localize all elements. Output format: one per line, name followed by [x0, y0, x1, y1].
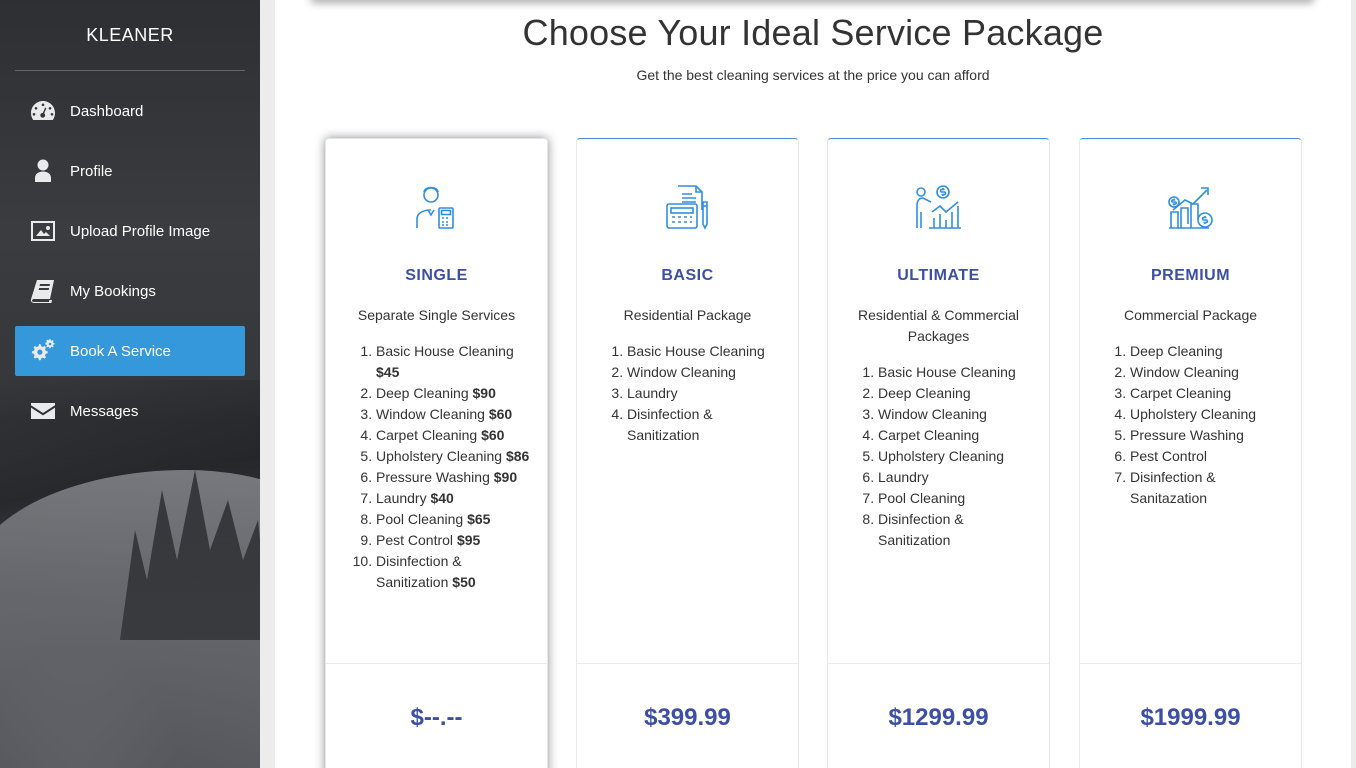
content-panel: Choose Your Ideal Service Package Get th… — [275, 0, 1351, 768]
list-item: Laundry — [627, 383, 782, 404]
sidebar-item-book-a-service[interactable]: Book A Service — [15, 326, 245, 376]
list-item: Basic House Cleaning — [878, 362, 1033, 383]
envelope-icon — [29, 398, 57, 424]
list-item: Disinfection & Sanitization $50 — [376, 551, 531, 593]
package-description: Residential Package — [623, 307, 752, 323]
list-item: Laundry — [878, 467, 1033, 488]
sidebar-item-upload-profile-image[interactable]: Upload Profile Image — [15, 206, 245, 256]
image-icon — [29, 218, 57, 244]
list-item: Basic House Cleaning $45 — [376, 341, 531, 383]
sidebar-item-label: Dashboard — [70, 102, 144, 120]
package-price: $399.99 — [644, 704, 731, 731]
package-footer: $399.99 — [577, 663, 798, 732]
package-title: SINGLE — [405, 267, 468, 284]
list-item: Carpet Cleaning $60 — [376, 425, 531, 446]
sidebar-item-profile[interactable]: Profile — [15, 146, 245, 196]
page-title: Choose Your Ideal Service Package — [522, 12, 1104, 53]
list-item: Pool Cleaning — [878, 488, 1033, 509]
worker-calculator-icon — [411, 182, 463, 234]
package-footer: $1299.99 — [828, 663, 1049, 732]
presenter-chart-icon — [913, 182, 965, 234]
list-item: Window Cleaning $60 — [376, 404, 531, 425]
package-title: PREMIUM — [1150, 267, 1231, 284]
list-item: Upholstery Cleaning — [878, 446, 1033, 467]
list-item: Pressure Washing — [1130, 425, 1285, 446]
package-description: Commercial Package — [1123, 307, 1258, 323]
list-item: Pest Control — [1130, 446, 1285, 467]
list-item: Pool Cleaning $65 — [376, 509, 531, 530]
list-item: Deep Cleaning — [1130, 341, 1285, 362]
package-description: Residential & Commercial Packages — [857, 307, 1020, 344]
brand-logo[interactable]: KLEANER — [0, 0, 260, 70]
list-item: Basic House Cleaning — [627, 341, 782, 362]
page-subtitle: Get the best cleaning services at the pr… — [636, 67, 990, 83]
list-item: Upholstery Cleaning $86 — [376, 446, 531, 467]
list-item: Carpet Cleaning — [878, 425, 1033, 446]
list-item: Window Cleaning — [1130, 362, 1285, 383]
list-item: Pressure Washing $90 — [376, 467, 531, 488]
list-item: Pest Control $95 — [376, 530, 531, 551]
list-item: Deep Cleaning — [878, 383, 1033, 404]
package-service-list: Deep Cleaning Window Cleaning Carpet Cle… — [1130, 341, 1285, 509]
sidebar-item-label: Messages — [70, 402, 139, 420]
list-item: Disinfection & Sanitization — [627, 404, 782, 446]
list-item: Carpet Cleaning — [1130, 383, 1285, 404]
calculator-invoice-icon — [662, 182, 714, 234]
book-icon — [29, 278, 57, 304]
list-item: Disinfection & Sanitazation — [1130, 467, 1285, 509]
sidebar-item-label: Upload Profile Image — [70, 222, 211, 240]
growth-chart-icon — [1165, 182, 1217, 234]
sidebar-item-label: My Bookings — [70, 282, 156, 300]
user-icon — [29, 158, 57, 184]
sidebar-item-messages[interactable]: Messages — [15, 386, 245, 436]
main-content: Choose Your Ideal Service Package Get th… — [260, 0, 1356, 768]
package-description: Separate Single Services — [357, 307, 516, 323]
list-item: Window Cleaning — [627, 362, 782, 383]
sidebar-item-my-bookings[interactable]: My Bookings — [15, 266, 245, 316]
list-item: Disinfection & Sanitization — [878, 509, 1033, 551]
package-title: ULTIMATE — [897, 267, 980, 284]
package-footer: $--.-- — [326, 663, 547, 732]
package-price: $1999.99 — [1140, 704, 1241, 731]
page-header: Choose Your Ideal Service Package Get th… — [275, 12, 1351, 83]
brand-divider — [15, 70, 245, 71]
sidebar-item-label: Book A Service — [70, 342, 171, 360]
sidebar-item-dashboard[interactable]: Dashboard — [15, 86, 245, 136]
package-service-list: Basic House Cleaning Deep Cleaning Windo… — [878, 362, 1033, 551]
package-title: BASIC — [661, 267, 714, 284]
list-item: Deep Cleaning $90 — [376, 383, 531, 404]
sidebar-nav: Dashboard Profile Upload Profile Image M… — [0, 86, 260, 436]
package-price: $--.-- — [410, 704, 463, 731]
list-item: Upholstery Cleaning — [1130, 404, 1285, 425]
list-item: Window Cleaning — [878, 404, 1033, 425]
package-card-basic[interactable]: BASIC Residential Package Basic House Cl… — [576, 138, 799, 768]
package-service-list: Basic House Cleaning Window Cleaning Lau… — [627, 341, 782, 446]
list-item: Laundry $40 — [376, 488, 531, 509]
gears-icon — [29, 338, 57, 364]
package-service-list: Basic House Cleaning $45 Deep Cleaning $… — [376, 341, 531, 593]
package-card-ultimate[interactable]: ULTIMATE Residential & Commercial Packag… — [827, 138, 1050, 768]
package-price: $1299.99 — [888, 704, 989, 731]
sidebar: KLEANER Dashboard Profile Upload Profile… — [0, 0, 260, 768]
package-footer: $1999.99 — [1080, 663, 1301, 732]
package-card-single[interactable]: SINGLE Separate Single Services Basic Ho… — [325, 138, 548, 768]
dashboard-icon — [29, 98, 57, 124]
package-card-premium[interactable]: PREMIUM Commercial Package Deep Cleaning… — [1079, 138, 1302, 768]
sidebar-item-label: Profile — [70, 162, 113, 180]
